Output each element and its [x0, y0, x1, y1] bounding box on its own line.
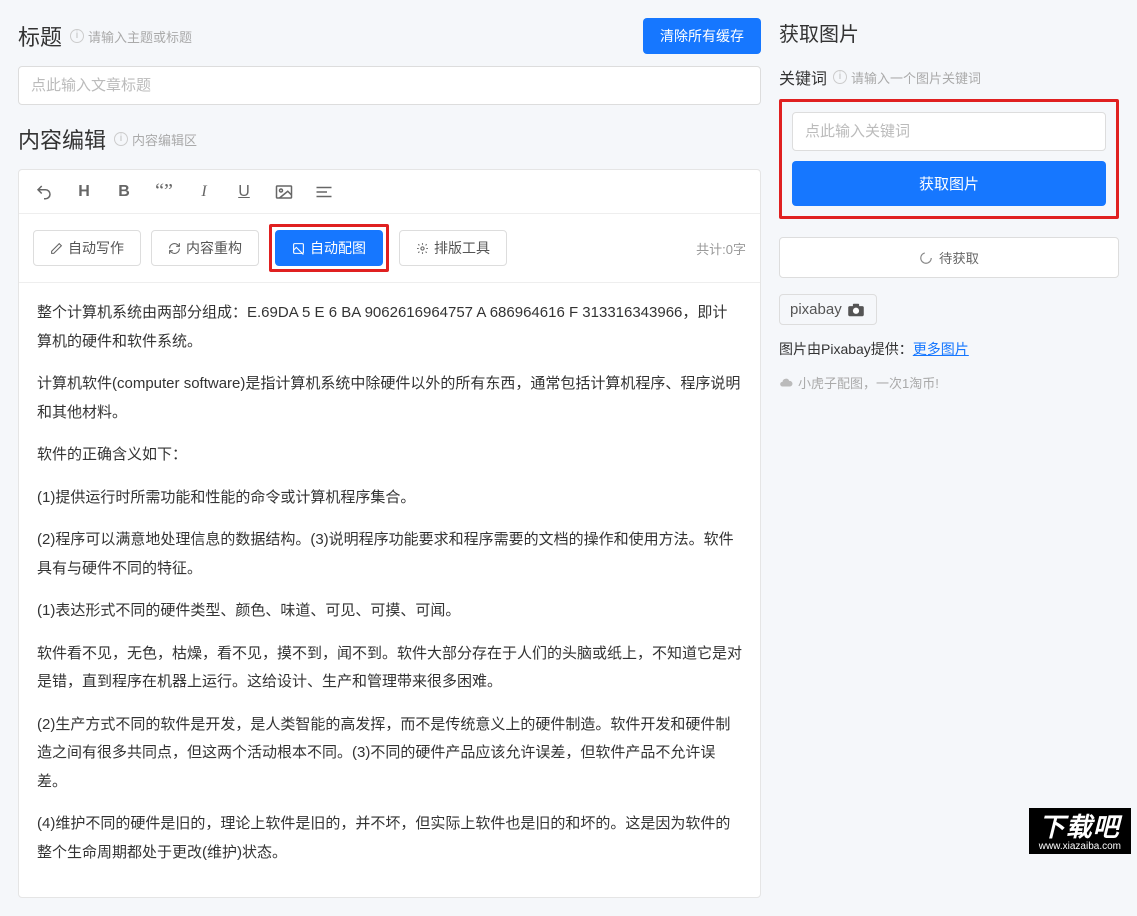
editor: H B “” I U 自动写作 内容重构 — [18, 169, 761, 898]
word-count: 共计:0字 — [696, 239, 746, 258]
paragraph: (2)程序可以满意地处理信息的数据结构。(3)说明程序功能要求和程序需要的文档的… — [37, 526, 742, 583]
paragraph: (4)维护不同的硬件是旧的，理论上软件是旧的，并不坏，但实际上软件也是旧的和坏的… — [37, 810, 742, 867]
info-icon: i — [114, 132, 128, 146]
auto-write-button[interactable]: 自动写作 — [33, 230, 141, 266]
content-edit-hint: i内容编辑区 — [114, 130, 197, 149]
align-icon[interactable] — [313, 185, 335, 199]
tip-line: 小虎子配图，一次1淘币! — [779, 373, 1119, 392]
editor-content[interactable]: 整个计算机系统由两部分组成：E.69DA 5 E 6 BA 9062616964… — [19, 283, 760, 897]
keyword-hint: i请输入一个图片关键词 — [833, 68, 981, 87]
editor-toolbar-actions: 自动写作 内容重构 自动配图 排版工具 共计:0字 — [19, 214, 760, 283]
keyword-input[interactable] — [792, 112, 1106, 151]
keyword-label: 关键词 — [779, 65, 827, 89]
content-edit-label: 内容编辑 — [18, 123, 106, 155]
title-section-header: 标题 i请输入主题或标题 清除所有缓存 — [18, 18, 761, 54]
info-icon: i — [70, 29, 84, 43]
auto-image-button[interactable]: 自动配图 — [275, 230, 383, 266]
heading-icon[interactable]: H — [73, 183, 95, 201]
bold-icon[interactable]: B — [113, 183, 135, 201]
quote-icon[interactable]: “” — [153, 180, 175, 203]
title-label: 标题 — [18, 20, 62, 52]
keyword-highlight-box: 获取图片 — [779, 99, 1119, 219]
pending-button[interactable]: 待获取 — [779, 237, 1119, 278]
layout-tool-button[interactable]: 排版工具 — [399, 230, 507, 266]
camera-icon — [846, 303, 866, 317]
keyword-label-row: 关键词 i请输入一个图片关键词 — [779, 65, 1119, 89]
restructure-button[interactable]: 内容重构 — [151, 230, 259, 266]
pixabay-badge: pixabay — [779, 294, 877, 325]
fetch-image-title: 获取图片 — [779, 18, 1119, 47]
loading-icon — [919, 251, 933, 265]
underline-icon[interactable]: U — [233, 183, 255, 201]
more-images-link[interactable]: 更多图片 — [913, 341, 969, 357]
paragraph: (1)提供运行时所需功能和性能的命令或计算机程序集合。 — [37, 484, 742, 513]
image-credit: 图片由Pixabay提供：更多图片 — [779, 339, 1119, 359]
paragraph: 软件的正确含义如下： — [37, 441, 742, 470]
paragraph: (1)表达形式不同的硬件类型、颜色、味道、可见、可摸、可闻。 — [37, 597, 742, 626]
paragraph: 软件看不见，无色，枯燥，看不见，摸不到，闻不到。软件大部分存在于人们的头脑或纸上… — [37, 640, 742, 697]
clear-cache-button[interactable]: 清除所有缓存 — [643, 18, 761, 54]
paragraph: (2)生产方式不同的软件是开发，是人类智能的高发挥，而不是传统意义上的硬件制造。… — [37, 711, 742, 797]
undo-icon[interactable] — [33, 183, 55, 201]
title-hint: i请输入主题或标题 — [70, 27, 192, 46]
editor-toolbar-formatting: H B “” I U — [19, 170, 760, 214]
image-icon[interactable] — [273, 184, 295, 200]
paragraph: 整个计算机系统由两部分组成：E.69DA 5 E 6 BA 9062616964… — [37, 299, 742, 356]
article-title-input[interactable] — [18, 66, 761, 105]
auto-image-highlight: 自动配图 — [269, 224, 389, 272]
watermark: 下载吧 www.xiazaiba.com — [1029, 808, 1131, 854]
cloud-icon — [779, 376, 793, 390]
info-icon: i — [833, 70, 847, 84]
italic-icon[interactable]: I — [193, 183, 215, 201]
fetch-image-button[interactable]: 获取图片 — [792, 161, 1106, 206]
paragraph: 计算机软件(computer software)是指计算机系统中除硬件以外的所有… — [37, 370, 742, 427]
